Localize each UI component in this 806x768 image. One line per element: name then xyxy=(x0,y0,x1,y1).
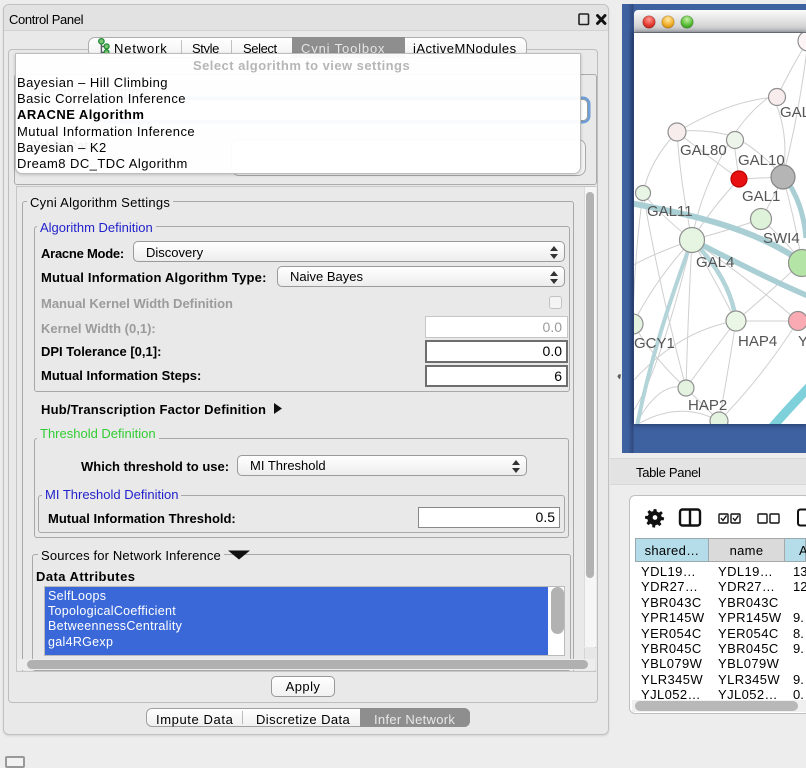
svg-text:Y: Y xyxy=(798,333,806,350)
svg-text:GAL2: GAL2 xyxy=(780,104,806,121)
svg-text:HAP2: HAP2 xyxy=(688,397,727,414)
svg-text:GAL4: GAL4 xyxy=(696,254,734,271)
svg-text:GAL11: GAL11 xyxy=(647,203,693,220)
svg-text:GAL10: GAL10 xyxy=(738,152,785,169)
svg-text:GCY1: GCY1 xyxy=(634,335,675,352)
svg-text:HAP4: HAP4 xyxy=(738,333,777,350)
svg-text:SWI4: SWI4 xyxy=(763,230,800,247)
svg-text:GAL1: GAL1 xyxy=(742,188,780,205)
svg-text:GAL80: GAL80 xyxy=(680,142,727,159)
